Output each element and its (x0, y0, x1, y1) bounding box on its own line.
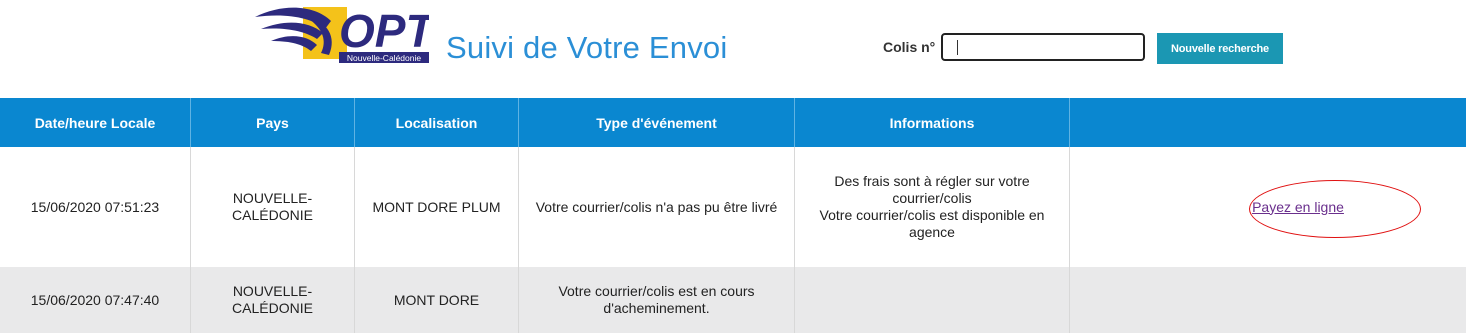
info-line: Des frais sont à régler sur votre courri… (834, 173, 1030, 206)
table-row: 15/06/2020 07:51:23 NOUVELLE-CALÉDONIE M… (0, 147, 1466, 267)
cell-localisation: MONT DORE PLUM (355, 147, 519, 267)
table-row: 15/06/2020 07:47:40 NOUVELLE-CALÉDONIE M… (0, 267, 1466, 333)
column-header-type: Type d'événement (519, 98, 795, 147)
logo-subtext: Nouvelle-Calédonie (347, 53, 421, 63)
cell-informations (795, 267, 1070, 333)
cell-type-text: Votre courrier/colis est en cours d'ache… (558, 283, 755, 316)
column-header-localisation: Localisation (355, 98, 519, 147)
column-header-pays: Pays (191, 98, 355, 147)
new-search-button[interactable]: Nouvelle recherche (1157, 33, 1283, 64)
cell-date: 15/06/2020 07:51:23 (0, 147, 191, 267)
cell-action (1070, 267, 1466, 333)
info-line: Votre courrier/colis est disponible en a… (819, 207, 1045, 240)
cell-date: 15/06/2020 07:47:40 (0, 267, 191, 333)
logo-text: OPT (339, 5, 429, 57)
opt-logo[interactable]: OPT Nouvelle-Calédonie (253, 3, 429, 65)
column-header-action (1070, 98, 1466, 147)
colis-label: Colis n° (883, 39, 936, 55)
column-header-informations: Informations (795, 98, 1070, 147)
cell-localisation: MONT DORE (355, 267, 519, 333)
cell-pays: NOUVELLE-CALÉDONIE (191, 267, 355, 333)
cell-pays-text: NOUVELLE-CALÉDONIE (232, 190, 313, 223)
cell-pays-text: NOUVELLE-CALÉDONIE (232, 283, 313, 316)
pay-online-link[interactable]: Payez en ligne (1252, 199, 1344, 216)
text-cursor (957, 40, 958, 55)
column-header-date: Date/heure Locale (0, 98, 191, 147)
page-title: Suivi de Votre Envoi (446, 30, 728, 65)
cell-type: Votre courrier/colis n'a pas pu être liv… (519, 147, 795, 267)
page-header: OPT Nouvelle-Calédonie Suivi de Votre En… (0, 0, 1466, 98)
colis-number-input[interactable] (941, 33, 1145, 61)
cell-pays: NOUVELLE-CALÉDONIE (191, 147, 355, 267)
tracking-table: Date/heure Locale Pays Localisation Type… (0, 98, 1466, 333)
cell-action: Payez en ligne (1070, 147, 1466, 267)
cell-type: Votre courrier/colis est en cours d'ache… (519, 267, 795, 333)
table-header: Date/heure Locale Pays Localisation Type… (0, 98, 1466, 147)
cell-informations: Des frais sont à régler sur votre courri… (795, 147, 1070, 267)
